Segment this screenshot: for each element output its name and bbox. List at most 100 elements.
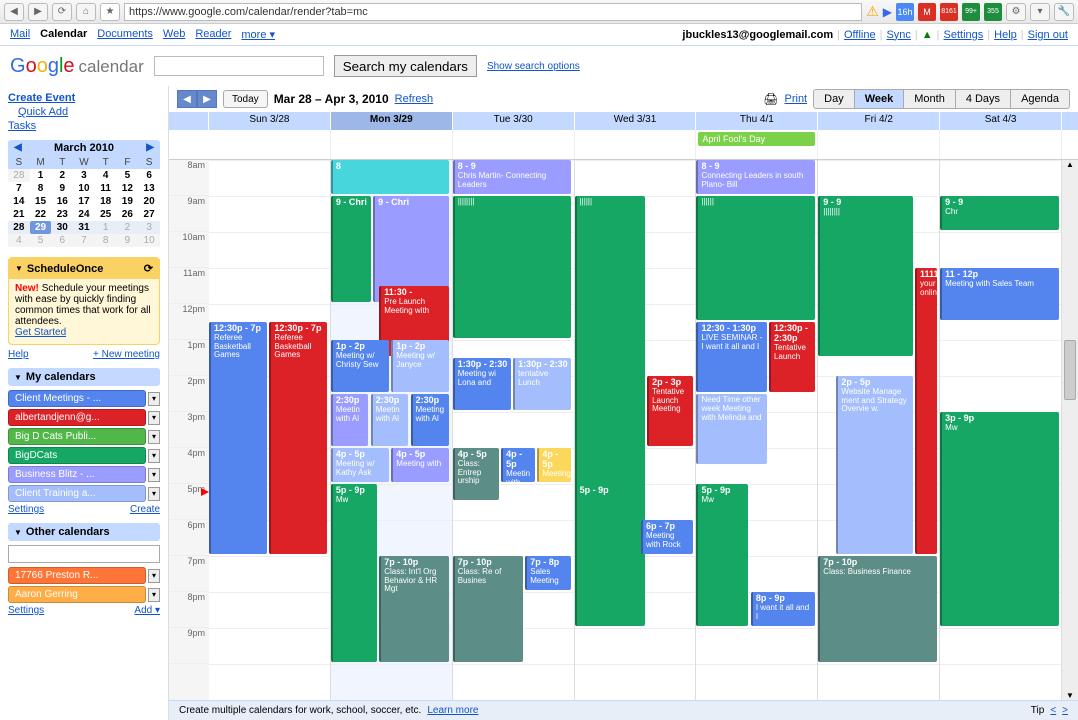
tip-prev[interactable]: < [1050,705,1056,716]
calendar-event[interactable]: 5p - 9p [575,484,645,626]
reload-button[interactable]: ⟳ [52,3,72,21]
quick-add-link[interactable]: Quick Add [8,106,160,118]
minical-day[interactable]: 4 [8,234,30,247]
calendar-event[interactable]: 9 - 9|||||||| [818,196,912,356]
calendar-event[interactable]: 8 [331,160,449,194]
minical-day[interactable]: 8 [30,182,52,195]
minical-day[interactable]: 1 [30,169,52,182]
search-button[interactable]: Search my calendars [334,55,477,77]
calendar-event[interactable]: 8p - 9pI want it all and I [751,592,815,626]
ext-icon-generic[interactable]: ⚙ [1006,3,1026,21]
day-column[interactable]: 89 - Chri9 - Chri11:30 -Pre Launch Meeti… [331,160,453,700]
today-button[interactable]: Today [223,90,268,108]
minical-day[interactable]: 19 [117,195,139,208]
view-tab-4days[interactable]: 4 Days [956,89,1011,109]
day-header[interactable]: Wed 3/31 [575,112,697,130]
ext-icon-99[interactable]: 99+ [962,3,980,21]
calendar-event[interactable]: 2:30pMeetin with Al [371,394,408,446]
topnav-link-reader[interactable]: Reader [195,28,231,41]
ext-icon-16h[interactable]: 16h [896,3,914,21]
view-tab-day[interactable]: Day [813,89,855,109]
my-cal-create-link[interactable]: Create [130,504,160,515]
topnav-link-documents[interactable]: Documents [97,28,153,41]
calendar-event[interactable]: 4p - 5pMeetin with [501,448,535,482]
minical-day[interactable]: 30 [51,221,73,234]
minical-day[interactable]: 11 [95,182,117,195]
calendar-item[interactable]: Aaron Gerring▾ [8,586,160,603]
minical-day[interactable]: 7 [73,234,95,247]
ext-icon-355[interactable]: 355 [984,3,1002,21]
calendar-menu-button[interactable]: ▾ [148,392,160,406]
topnav-link-web[interactable]: Web [163,28,185,41]
day-header[interactable]: Mon 3/29 [331,112,453,130]
play-icon[interactable]: ▶ [883,5,892,19]
calendar-chip[interactable]: Big D Cats Publi... [8,428,146,445]
show-search-options-link[interactable]: Show search options [487,61,580,72]
calendar-event[interactable]: 12:30p - 2:30pTentative Launch [769,322,815,392]
minical-day[interactable]: 21 [8,208,30,221]
minical-day[interactable]: 28 [8,221,30,234]
day-header[interactable]: Thu 4/1 [696,112,818,130]
calendar-menu-button[interactable]: ▾ [148,411,160,425]
day-header[interactable]: Tue 3/30 [453,112,575,130]
minical-day[interactable]: 23 [51,208,73,221]
learn-more-link[interactable]: Learn more [427,705,478,716]
minical-day[interactable]: 24 [73,208,95,221]
calendar-item[interactable]: 17766 Preston R...▾ [8,567,160,584]
tip-next[interactable]: > [1062,705,1068,716]
print-link[interactable]: Print [785,93,808,105]
minical-day[interactable]: 29 [30,221,52,234]
calendar-event[interactable]: 4p - 5pClass: Entrep urship [453,448,499,500]
minical-prev[interactable]: ◀ [14,142,22,153]
allday-cell[interactable] [331,130,453,159]
calendar-event[interactable]: 1111your online [915,268,937,554]
calendar-event[interactable]: 3p - 9pMw [940,412,1058,626]
view-tab-month[interactable]: Month [904,89,956,109]
allday-cell[interactable] [209,130,331,159]
minical-day[interactable]: 5 [30,234,52,247]
calendar-event[interactable]: 5p - 9pMw [331,484,377,662]
minical-day[interactable]: 10 [138,234,160,247]
allday-cell[interactable] [453,130,575,159]
wrench-button[interactable]: 🔧 [1054,3,1074,21]
calendar-event[interactable]: 2p - 3pTentative Launch Meeting [647,376,693,446]
day-header[interactable]: Fri 4/2 [818,112,940,130]
calendar-menu-button[interactable]: ▾ [148,588,160,602]
minical-day[interactable]: 7 [8,182,30,195]
minical-day[interactable]: 18 [95,195,117,208]
create-event-link[interactable]: Create Event [8,92,160,104]
get-started-link[interactable]: Get Started [15,327,66,338]
minical-day[interactable]: 10 [73,182,95,195]
calendar-item[interactable]: Client Meetings - ...▾ [8,390,160,407]
minical-day[interactable]: 4 [95,169,117,182]
day-column[interactable]: 9 - 9Chr11 - 12pMeeting with Sales Team3… [940,160,1062,700]
minical-day[interactable]: 15 [30,195,52,208]
minical-day[interactable]: 17 [73,195,95,208]
calendar-event[interactable]: 7p - 10pClass: Int'l Org Behavior & HR M… [379,556,449,662]
topnav-link-more[interactable]: more ▾ [241,28,275,41]
my-cal-settings-link[interactable]: Settings [8,504,44,515]
ext-icon-gmail[interactable]: M [918,3,936,21]
minical-day[interactable]: 2 [51,169,73,182]
day-column[interactable]: 9 - 9||||||||1111your online2p - 5pWebsi… [818,160,940,700]
allday-cell[interactable] [940,130,1062,159]
topnav-link-calendar[interactable]: Calendar [40,28,87,41]
allday-event[interactable]: April Fool's Day [698,132,815,146]
print-icon[interactable]: 🖨 [763,92,778,106]
minical-day[interactable]: 28 [8,169,30,182]
page-menu-button[interactable]: ▾ [1030,3,1050,21]
day-header[interactable]: Sat 4/3 [940,112,1062,130]
allday-cell[interactable] [818,130,940,159]
calendar-menu-button[interactable]: ▾ [148,430,160,444]
minical-day[interactable]: 9 [117,234,139,247]
calendar-event[interactable]: 1:30p - 2:30Meeting wi Lona and [453,358,511,410]
calendar-event[interactable]: 5p - 9pMw [696,484,748,626]
refresh-link[interactable]: Refresh [395,93,434,105]
ext-icon-8161[interactable]: 8161 [940,3,958,21]
sync-link[interactable]: Sync [886,29,910,41]
home-button[interactable]: ⌂ [76,3,96,21]
other-calendars-header[interactable]: ▼ Other calendars [8,523,160,541]
my-calendars-header[interactable]: ▼ My calendars [8,368,160,386]
calendar-event[interactable]: 7p - 10pClass: Re of Busines [453,556,523,662]
calendar-event[interactable]: 12:30p - 7pReferee Basketball Games [209,322,267,554]
